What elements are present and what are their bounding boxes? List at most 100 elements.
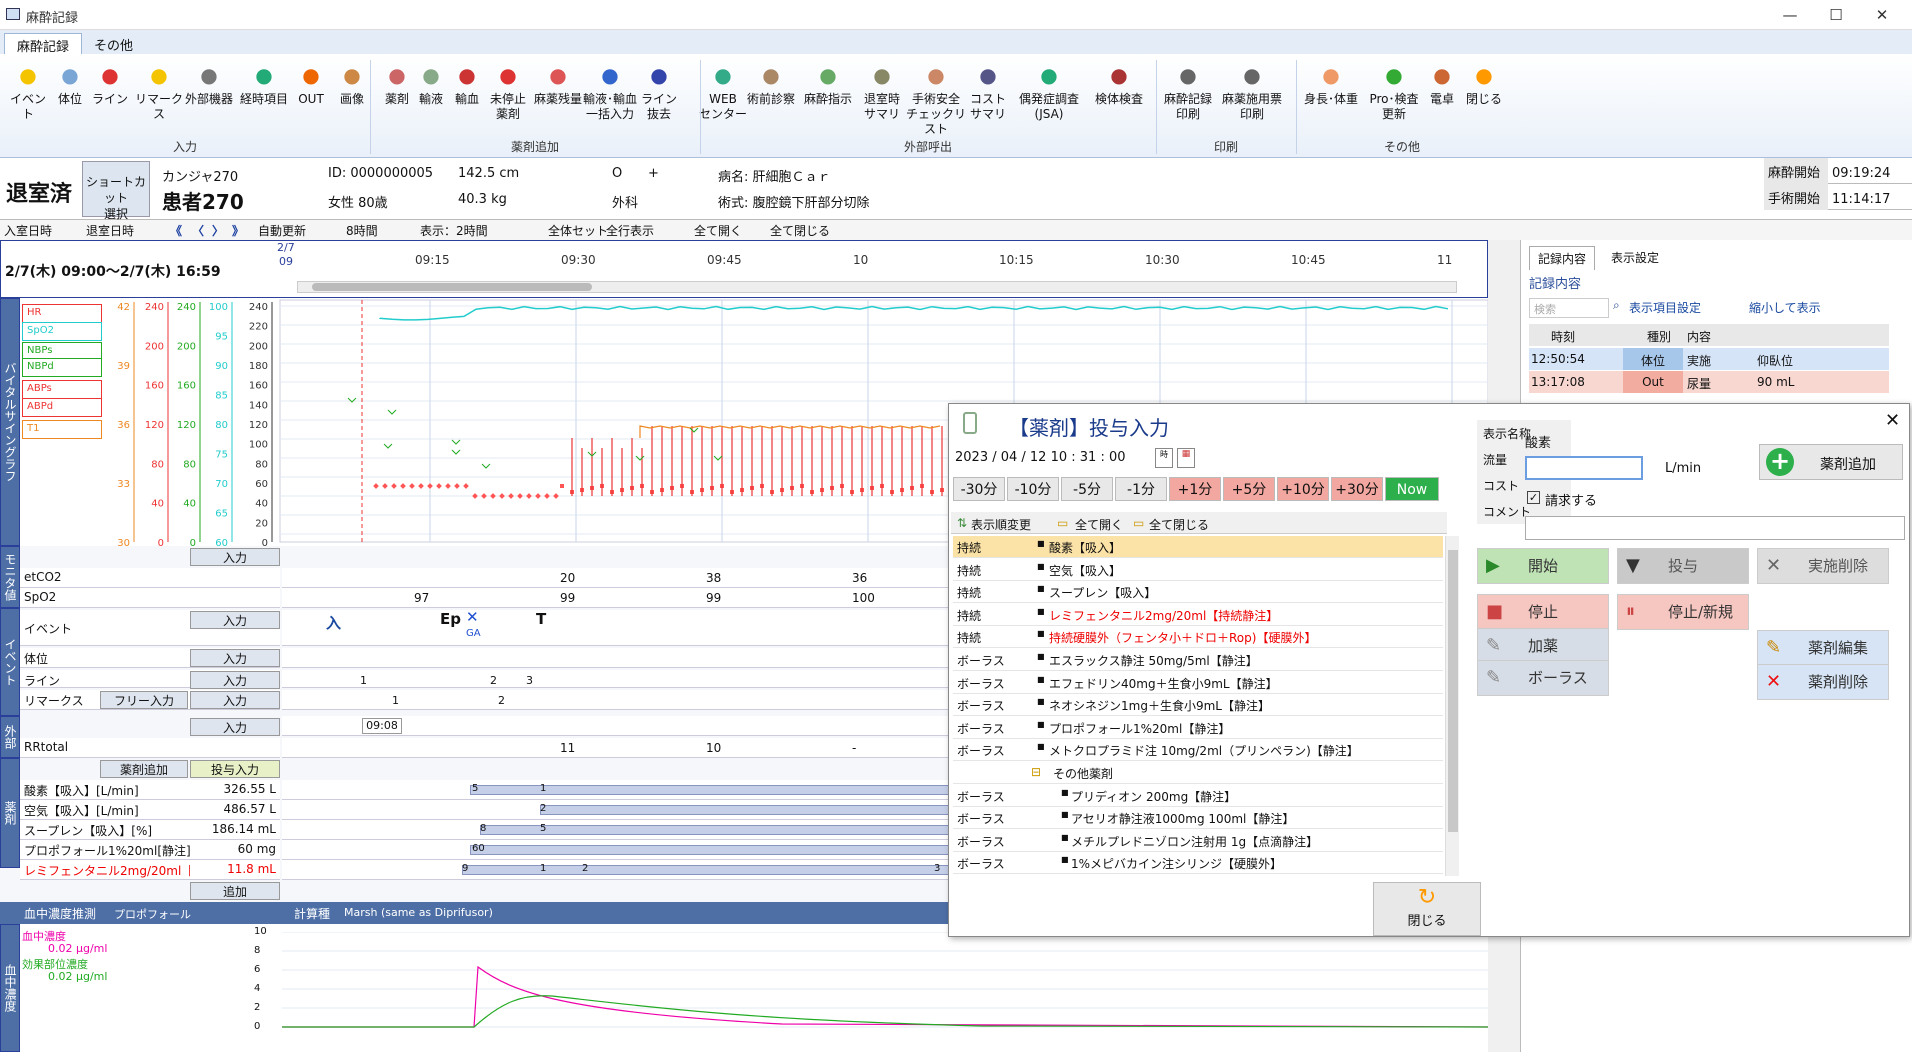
legend-abps[interactable]: ABPs xyxy=(22,380,102,399)
ribbon-button-9[interactable]: ● 輸液 xyxy=(414,60,448,107)
drug-list-item[interactable]: 持続 酸素【吸入】 ■ xyxy=(953,536,1443,558)
prev-button[interactable]: 〈 xyxy=(192,222,204,239)
close-window-button[interactable]: ✕ xyxy=(1862,4,1902,26)
enter-time-button[interactable]: 入室日時 xyxy=(4,222,52,239)
bolus-button[interactable]: ✎ ボーラス xyxy=(1477,660,1609,696)
event-input-button[interactable]: 入力 xyxy=(190,671,280,689)
next-button[interactable]: 〉 xyxy=(212,222,224,239)
collapse-all-button[interactable]: 全て閉じる xyxy=(770,222,830,239)
ribbon-button-25[interactable]: ● 身長･体重 xyxy=(1298,60,1364,107)
stop-button[interactable]: ■ 停止 xyxy=(1477,594,1609,630)
comment-input[interactable] xyxy=(1525,516,1905,540)
auto-update-button[interactable]: 自動更新 xyxy=(258,222,306,239)
dialog-close-icon[interactable]: ✕ xyxy=(1885,410,1900,431)
ribbon-button-14[interactable]: ● ライン 抜去 xyxy=(638,60,680,122)
legend-spo2[interactable]: SpO2 xyxy=(22,322,102,341)
expand-all-button[interactable]: 全て開く xyxy=(1075,516,1123,533)
first-page-button[interactable]: 《 xyxy=(170,222,182,239)
edit-drug-button[interactable]: ✎ 薬剤編集 xyxy=(1757,630,1889,666)
ribbon-button-23[interactable]: ● 麻酔記録 印刷 xyxy=(1156,60,1220,122)
drug-row-name[interactable]: プロポフォール1%20ml[静注] [ xyxy=(20,840,190,860)
drug-list-scrollbar[interactable] xyxy=(1445,536,1459,876)
ribbon-button-18[interactable]: ● 退室時 サマリ xyxy=(858,60,906,122)
display-2h-dropdown[interactable]: 表示：2時間 xyxy=(420,222,488,239)
event-input-button[interactable]: 入力 xyxy=(190,691,280,709)
tab-other[interactable]: その他 xyxy=(82,33,145,54)
legend-t1[interactable]: T1 xyxy=(22,420,102,439)
event-marker[interactable]: ✕ xyxy=(466,608,479,626)
ribbon-button-4[interactable]: ● 外部機器 xyxy=(182,60,236,107)
drug-list-item[interactable]: 持続 空気【吸入】 ■ xyxy=(953,559,1443,581)
collapse-all-button[interactable]: 全て閉じる xyxy=(1149,516,1209,533)
scroll-thumb[interactable] xyxy=(312,283,592,291)
ribbon-button-28[interactable]: ● 閉じる xyxy=(1462,60,1506,107)
dose-input-button[interactable]: 投与入力 xyxy=(190,760,280,778)
drug-list-item[interactable]: ボーラス メチルプレドニゾロン注射用 1g【点滴静注】 ■ xyxy=(953,830,1443,852)
event-marker[interactable]: T xyxy=(536,610,546,628)
ribbon-button-20[interactable]: ● コスト サマリ xyxy=(966,60,1010,122)
event-input-button[interactable]: 入力 xyxy=(190,649,280,667)
tab-display-settings[interactable]: 表示設定 xyxy=(1611,249,1659,266)
ribbon-button-1[interactable]: ● 体位 xyxy=(50,60,90,107)
ribbon-button-15[interactable]: ● WEB センター xyxy=(696,60,750,122)
minimize-button[interactable]: — xyxy=(1770,4,1810,26)
ribbon-button-10[interactable]: ● 輸血 xyxy=(448,60,486,107)
display-item-setting-link[interactable]: 表示項目設定 xyxy=(1629,299,1701,316)
time-offset-button[interactable]: +1分 xyxy=(1169,477,1221,501)
drug-list-item[interactable]: 持続 持続硬膜外（フェンタ小＋ドロ＋Rop)【硬膜外】 ■ xyxy=(953,626,1443,649)
sort-order-button[interactable]: 表示順変更 xyxy=(971,516,1031,533)
free-input-button[interactable]: フリー入力 xyxy=(100,691,188,709)
ribbon-button-11[interactable]: ● 未停止 薬剤 xyxy=(486,60,530,122)
drug-list-item[interactable]: ボーラス エスラックス静注 50mg/5ml【静注】 ■ xyxy=(953,649,1443,671)
show-all-rows-button[interactable]: 全行表示 xyxy=(606,222,654,239)
legend-hr[interactable]: HR xyxy=(22,304,102,323)
ribbon-button-22[interactable]: ● 検体検査 xyxy=(1088,60,1150,107)
ribbon-button-0[interactable]: ● イベント xyxy=(6,60,50,122)
drug-list-item[interactable]: ボーラス エフェドリン40mg＋生食小9mL【静注】 ■ xyxy=(953,672,1443,694)
close-dialog-button[interactable]: ↻ 閉じる xyxy=(1373,882,1481,936)
range-8h-dropdown[interactable]: 8時間 xyxy=(346,222,378,239)
drug-list-item[interactable]: ボーラス アセリオ静注液1000mg 100ml【静注】 ■ xyxy=(953,807,1443,830)
stop-new-button[interactable]: ⏸ 停止/新規 xyxy=(1617,594,1749,630)
ribbon-button-7[interactable]: ● 画像 xyxy=(330,60,374,107)
delete-record-button[interactable]: ✕ 実施削除 xyxy=(1757,548,1889,584)
time-offset-button[interactable]: +5分 xyxy=(1223,477,1275,501)
calendar-icon[interactable]: ▦ xyxy=(1177,448,1195,468)
time-offset-button[interactable]: Now xyxy=(1385,477,1439,501)
set-all-button[interactable]: 全体セット xyxy=(548,222,608,239)
time-offset-button[interactable]: -1分 xyxy=(1115,477,1167,501)
drug-row-name[interactable]: スープレン【吸入】[%] xyxy=(20,820,190,840)
time-offset-button[interactable]: +10分 xyxy=(1277,477,1329,501)
time-offset-button[interactable]: -30分 xyxy=(953,477,1005,501)
add-drug-row-button[interactable]: 薬剤追加 xyxy=(100,760,188,778)
drug-list-item[interactable]: 持続 レミフェンタニル2mg/20ml【持続静注】 ■ xyxy=(953,604,1443,626)
time-offset-button[interactable]: -5分 xyxy=(1061,477,1113,501)
ribbon-button-17[interactable]: ● 麻酔指示 xyxy=(800,60,856,107)
maximize-button[interactable]: ☐ xyxy=(1816,4,1856,26)
monitor-input-button[interactable]: 入力 xyxy=(190,548,280,566)
event-input-button[interactable]: 入力 xyxy=(190,611,280,629)
shrink-display-link[interactable]: 縮小して表示 xyxy=(1749,299,1821,316)
external-input-button[interactable]: 入力 xyxy=(190,718,280,736)
flow-input[interactable] xyxy=(1525,456,1643,480)
add-drug-button[interactable]: + 薬剤追加 xyxy=(1759,444,1903,480)
delete-drug-button[interactable]: ✕ 薬剤削除 xyxy=(1757,664,1889,700)
ribbon-button-8[interactable]: ● 薬剤 xyxy=(380,60,414,107)
ribbon-button-13[interactable]: ● 輸液･輸血 一括入力 xyxy=(582,60,638,122)
drug-row-name[interactable]: レミフェンタニル2mg/20ml【持続 xyxy=(20,860,190,880)
drug-row-name[interactable]: 酸素【吸入】[L/min] xyxy=(20,780,190,800)
start-button[interactable]: ▶ 開始 xyxy=(1477,548,1609,584)
ribbon-button-3[interactable]: ● リマークス xyxy=(132,60,186,122)
scroll-thumb[interactable] xyxy=(1448,550,1458,832)
drug-list-item[interactable]: 持続 スープレン【吸入】 ■ xyxy=(953,581,1443,604)
cost-checkbox[interactable]: ✓ xyxy=(1527,491,1540,504)
exit-time-button[interactable]: 退室日時 xyxy=(86,222,134,239)
ribbon-button-6[interactable]: ● OUT xyxy=(292,60,330,107)
ribbon-button-16[interactable]: ● 術前診察 xyxy=(746,60,796,107)
search-icon[interactable]: ⌕ xyxy=(1613,298,1620,313)
ribbon-button-12[interactable]: ● 麻薬残量 xyxy=(530,60,586,107)
drug-row-name[interactable]: 空気【吸入】[L/min] xyxy=(20,800,190,820)
ribbon-button-26[interactable]: ● Pro･検査 更新 xyxy=(1364,60,1424,122)
legend-nbpd[interactable]: NBPd xyxy=(22,358,102,377)
add-row-button[interactable]: 追加 xyxy=(190,882,280,900)
